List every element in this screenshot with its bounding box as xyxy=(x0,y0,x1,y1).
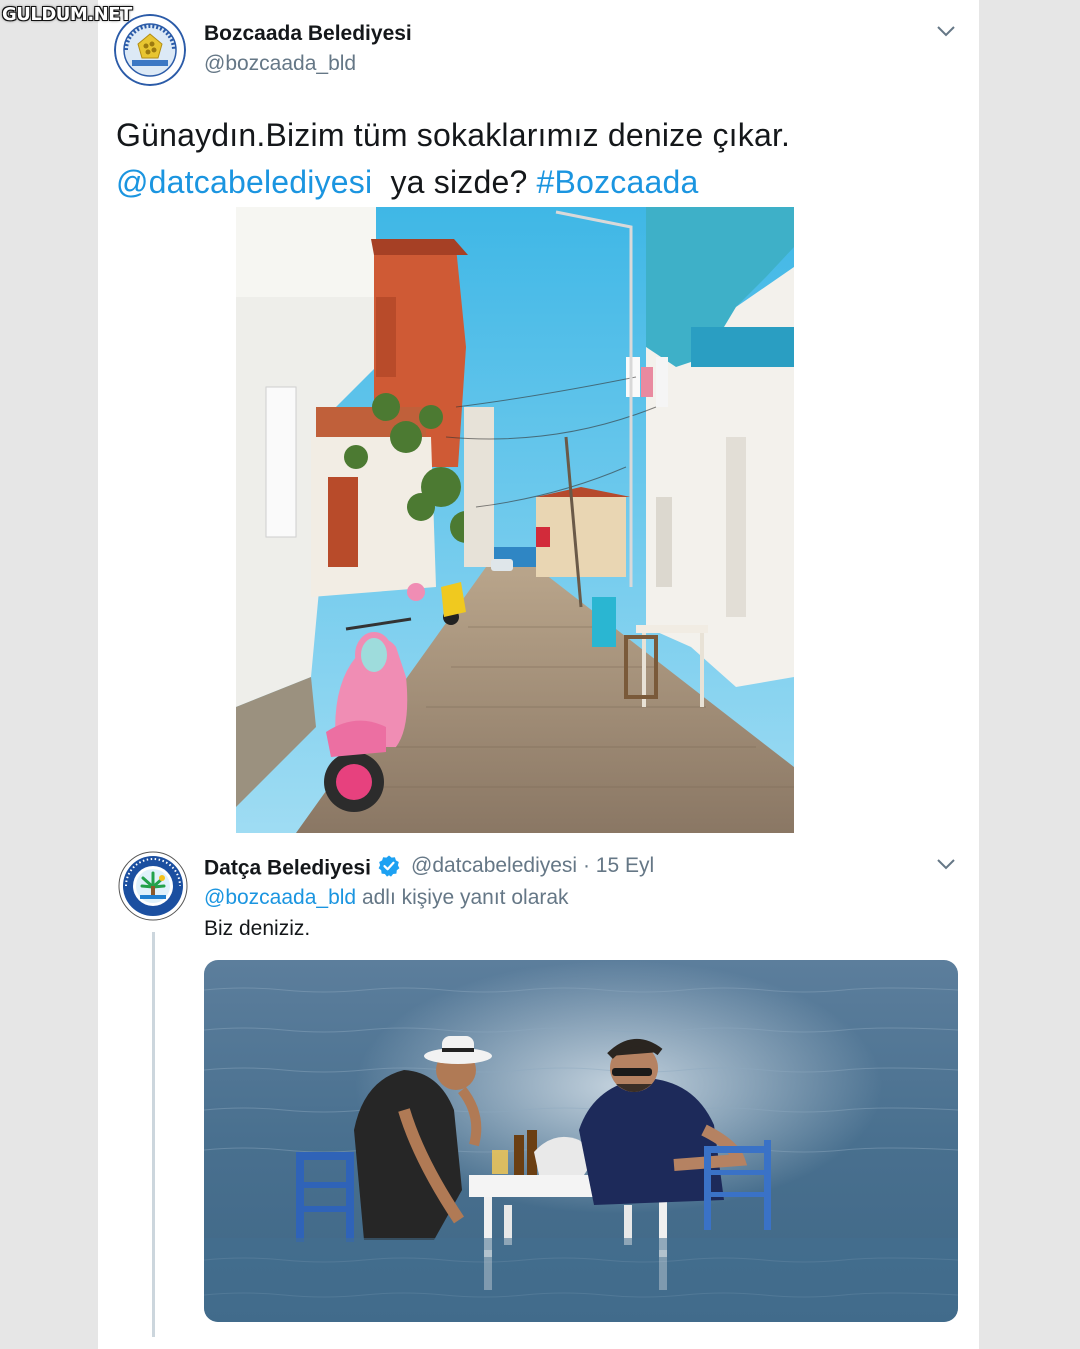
chevron-down-icon[interactable] xyxy=(936,857,956,876)
reply-author-name[interactable]: Datça Belediyesi xyxy=(204,854,401,884)
datca-avatar[interactable] xyxy=(118,851,188,921)
reply-meta: @datcabelediyesi · 15 Eyl xyxy=(411,854,654,878)
reply-photo-sea-table[interactable] xyxy=(204,960,958,1322)
replying-to: @bozcaada_bld adlı kişiye yanıt olarak xyxy=(204,886,569,910)
tweet-text-mid: ya sizde? xyxy=(372,164,537,200)
thread-connector-line xyxy=(152,932,155,1337)
tweet-card: Bozcaada Belediyesi @bozcaada_bld Günayd… xyxy=(98,0,979,1349)
tweet-text-line1: Günaydın.Bizim tüm sokaklarımız denize ç… xyxy=(116,117,791,153)
mention-link[interactable]: @datcabelediyesi xyxy=(116,164,372,200)
tweet-text-line2: @datcabelediyesi ya sizde? #Bozcaada xyxy=(116,159,790,206)
reply-author-handle[interactable]: @datcabelediyesi xyxy=(411,854,577,877)
watermark: GULDUM.NET xyxy=(2,4,132,25)
hashtag-link[interactable]: #Bozcaada xyxy=(537,164,699,200)
author-handle[interactable]: @bozcaada_bld xyxy=(204,52,356,76)
verified-badge-icon xyxy=(377,854,401,884)
tweet-photo-street[interactable] xyxy=(236,207,794,833)
replying-to-suffix: adlı kişiye yanıt olarak xyxy=(356,886,569,909)
reply-text: Biz deniziz. xyxy=(204,917,311,940)
reply-author-name-text: Datça Belediyesi xyxy=(204,856,371,880)
chevron-down-icon[interactable] xyxy=(936,24,956,43)
reply-date[interactable]: 15 Eyl xyxy=(596,854,654,877)
replying-to-mention[interactable]: @bozcaada_bld xyxy=(204,886,356,909)
meta-separator: · xyxy=(582,854,590,877)
tweet-text: Günaydın.Bizim tüm sokaklarımız denize ç… xyxy=(116,112,790,206)
author-name[interactable]: Bozcaada Belediyesi xyxy=(204,22,412,46)
